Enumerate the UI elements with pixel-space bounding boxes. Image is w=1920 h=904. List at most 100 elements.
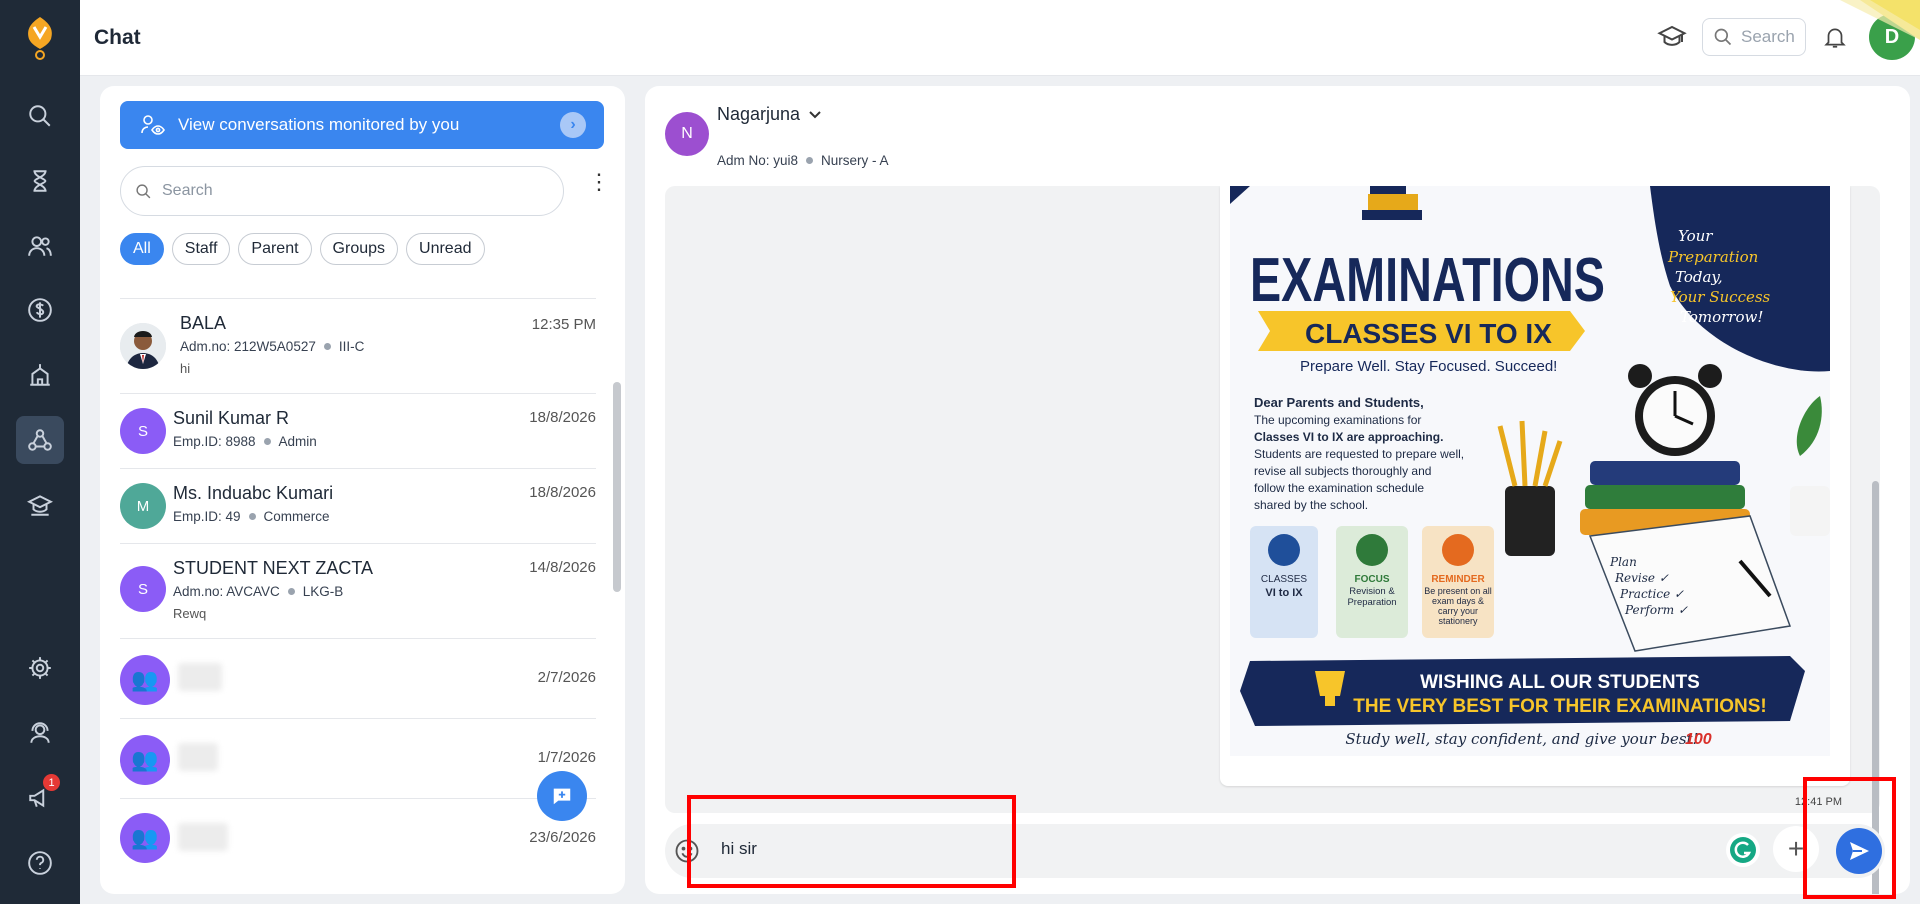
conversation-item[interactable]: 👥 23/6/2026 — [120, 798, 596, 878]
avatar: M — [120, 483, 166, 529]
hourglass-icon[interactable] — [16, 157, 64, 205]
separator-dot — [248, 513, 256, 520]
more-options-icon[interactable]: ⋮ — [588, 171, 610, 193]
poster-corner-line: Preparation — [1667, 248, 1758, 266]
filter-all[interactable]: All — [120, 233, 164, 265]
send-button[interactable] — [1836, 828, 1882, 874]
announcement-megaphone-icon[interactable]: 1 — [16, 774, 64, 822]
fees-dollar-icon[interactable] — [16, 286, 64, 334]
conversation-meta: Emp.ID: 8988 Admin — [173, 434, 317, 449]
decorative-stripe — [1800, 0, 1920, 40]
adm-no: Adm No: yui8 — [717, 153, 799, 168]
help-icon[interactable] — [16, 839, 64, 887]
filter-groups[interactable]: Groups — [319, 233, 399, 265]
message-composer[interactable]: hi sir — [665, 824, 1885, 878]
redacted-name — [178, 663, 222, 691]
contact-name: Nagarjuna — [717, 104, 801, 124]
send-icon — [1850, 842, 1869, 860]
poster-wish-line: WISHING ALL OUR STUDENTS — [1420, 672, 1700, 693]
conversation-item[interactable]: M Ms. Induabc Kumari Emp.ID: 49 Commerce … — [120, 468, 596, 543]
group-icon: 👥 — [131, 667, 159, 692]
chat-network-icon[interactable] — [16, 416, 64, 464]
poster-card-title: FOCUS — [1355, 574, 1390, 585]
poster-corner-line: Your Success — [1670, 288, 1771, 306]
conversation-meta: Adm.no: 212W5A0527 III-C — [180, 339, 364, 354]
message-time: 12:41 PM — [1794, 796, 1842, 808]
avatar: S — [120, 408, 166, 454]
message-bubble[interactable]: EXAMINATIONS CLASSES VI TO IX Prepare We… — [1220, 186, 1850, 808]
conversation-id: Emp.ID: 8988 — [173, 434, 256, 449]
poster-card-title: REMINDER — [1431, 574, 1485, 585]
exam-poster-image: EXAMINATIONS CLASSES VI TO IX Prepare We… — [1230, 186, 1830, 756]
conversation-time: 14/8/2026 — [529, 559, 596, 576]
conversation-item[interactable]: 👥 1/7/2026 — [120, 718, 596, 798]
last-message: Rewq — [173, 606, 207, 621]
conversation-tag: III-C — [338, 339, 365, 354]
chevron-right-icon: › — [560, 112, 586, 138]
conversation-time: 1/7/2026 — [537, 749, 596, 766]
emoji-icon[interactable] — [673, 837, 701, 870]
search-icon[interactable] — [16, 92, 64, 140]
group-icon: 👥 — [131, 747, 159, 772]
settings-gear-icon[interactable] — [16, 644, 64, 692]
conversation-item[interactable]: S Sunil Kumar R Emp.ID: 8988 Admin 18/8/2… — [120, 393, 596, 468]
conversation-time: 23/6/2026 — [529, 829, 596, 846]
nav-rail: 1 — [0, 0, 80, 904]
poster-corner-line: Your — [1678, 227, 1713, 245]
poster-notebook-line: Perform ✓ — [1624, 603, 1688, 617]
graduation-cap-icon[interactable] — [1657, 22, 1687, 57]
poster-banner: CLASSES VI TO IX — [1305, 318, 1552, 349]
filter-parent[interactable]: Parent — [238, 233, 312, 265]
filter-unread[interactable]: Unread — [406, 233, 485, 265]
poster-card-title: CLASSES — [1261, 574, 1307, 585]
chevron-down-icon — [809, 110, 821, 118]
last-message: hi — [180, 361, 191, 376]
global-search[interactable]: Search — [1702, 18, 1806, 56]
conversation-search-input[interactable]: Search — [120, 166, 564, 216]
poster-tagline: Prepare Well. Stay Focused. Succeed! — [1300, 358, 1557, 375]
conversation-id: Adm.no: AVCAVC — [173, 584, 280, 599]
graduation-icon[interactable] — [16, 481, 64, 529]
conversation-tag: Commerce — [263, 509, 330, 524]
list-scrollbar[interactable] — [613, 382, 621, 592]
new-chat-button[interactable] — [537, 771, 587, 821]
conversation-time: 12:35 PM — [531, 316, 596, 333]
poster-body-line: revise all subjects thoroughly and — [1254, 464, 1431, 478]
contact-meta: Adm No: yui8 Nursery - A — [717, 153, 889, 168]
group-avatar: 👥 — [120, 735, 170, 785]
people-icon[interactable] — [16, 222, 64, 270]
conversation-id: Emp.ID: 49 — [173, 509, 241, 524]
app-logo[interactable] — [0, 0, 80, 76]
message-area: EXAMINATIONS CLASSES VI TO IX Prepare We… — [665, 186, 1880, 813]
poster-card-text: VI to IX — [1265, 587, 1303, 599]
group-icon: 👥 — [131, 825, 159, 850]
conversation-name: STUDENT NEXT ZACTA — [173, 558, 374, 578]
separator-dot — [263, 438, 271, 445]
poster-body-line: Students are requested to prepare well, — [1254, 447, 1464, 461]
contact-name-dropdown[interactable]: Nagarjuna — [717, 104, 822, 125]
poster-body-line: shared by the school. — [1254, 498, 1368, 512]
group-avatar: 👥 — [120, 813, 170, 863]
monitor-label: View conversations monitored by you — [178, 115, 460, 134]
class-section: Nursery - A — [821, 153, 889, 168]
poster-footer-mark: 100 — [1685, 731, 1712, 748]
attach-plus-button[interactable]: + — [1773, 826, 1819, 872]
conversation-item[interactable]: S STUDENT NEXT ZACTA Adm.no: AVCAVC LKG-B… — [120, 543, 596, 638]
support-agent-icon[interactable] — [16, 709, 64, 757]
grammarly-icon[interactable] — [1725, 832, 1761, 873]
poster-footer: Study well, stay confident, and give you… — [1345, 730, 1698, 748]
conversation-meta: Adm.no: AVCAVC LKG-B — [173, 584, 343, 599]
message-input[interactable]: hi sir — [721, 839, 757, 859]
conversation-name: Ms. Induabc Kumari — [173, 483, 334, 503]
redacted-name — [178, 823, 228, 851]
separator-dot — [287, 588, 295, 595]
poster-notebook-line: Revise ✓ — [1614, 571, 1669, 585]
conversation-item[interactable]: 👥 2/7/2026 — [120, 638, 596, 718]
conversation-meta: Emp.ID: 49 Commerce — [173, 509, 330, 524]
conversation-time: 18/8/2026 — [529, 409, 596, 426]
top-bar: Chat Search D — [80, 0, 1920, 76]
filter-staff[interactable]: Staff — [171, 233, 231, 265]
school-building-icon[interactable] — [16, 351, 64, 399]
view-monitored-conversations-button[interactable]: View conversations monitored by you › — [120, 101, 604, 149]
conversation-item[interactable]: BALA Adm.no: 212W5A0527 III-C hi 12:35 PM — [120, 298, 596, 393]
